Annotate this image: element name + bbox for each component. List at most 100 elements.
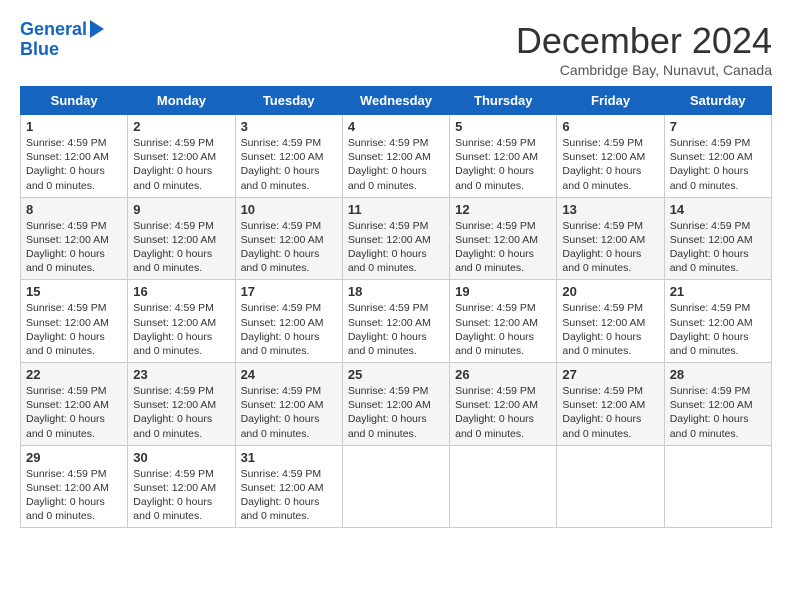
calendar-cell: 8Sunrise: 4:59 PMSunset: 12:00 AMDayligh… [21, 197, 128, 280]
day-info: Sunrise: 4:59 PMSunset: 12:00 AMDaylight… [670, 219, 766, 276]
logo-arrow-icon [90, 20, 104, 38]
day-number: 29 [26, 450, 122, 465]
day-number: 19 [455, 284, 551, 299]
page-header: General Blue December 2024 Cambridge Bay… [20, 20, 772, 78]
calendar-cell: 21 Sunrise: 4:59 PMSunset: 12:00 AMDaylig… [664, 280, 771, 363]
day-info: Sunrise: 4:59 PMSunset: 12:00 AMDaylight… [348, 384, 444, 441]
calendar-cell: 10 Sunrise: 4:59 PMSunset: 12:00 AMDaylig… [235, 197, 342, 280]
day-info: Sunrise: 4:59 PMSunset: 12:00 AMDaylight… [562, 384, 658, 441]
day-info: Sunrise: 4:59 PMSunset: 12:00 AMDaylight… [455, 384, 551, 441]
calendar-cell: 7Sunrise: 4:59 PMSunset: 12:00 AMDayligh… [664, 115, 771, 198]
logo: General Blue [20, 20, 104, 60]
calendar-cell: 13 Sunrise: 4:59 PMSunset: 12:00 AMDaylig… [557, 197, 664, 280]
calendar-cell: 18 Sunrise: 4:59 PMSunset: 12:00 AMDaylig… [342, 280, 449, 363]
calendar-cell: 23 Sunrise: 4:59 PMSunset: 12:00 AMDaylig… [128, 363, 235, 446]
day-info: Sunrise: 4:59 PMSunset: 12:00 AMDaylight… [348, 136, 444, 193]
day-number: 5 [455, 119, 551, 134]
day-info: Sunrise: 4:59 PMSunset: 12:00 AMDaylight… [241, 467, 337, 524]
day-info: Sunrise: 4:59 PMSunset: 12:00 AMDaylight… [455, 219, 551, 276]
calendar-cell: 9 Sunrise: 4:59 PMSunset: 12:00 AMDayligh… [128, 197, 235, 280]
day-number: 16 [133, 284, 229, 299]
calendar-week-row: 15 Sunrise: 4:59 PMSunset: 12:00 AMDaylig… [21, 280, 772, 363]
day-info: Sunrise: 4:59 PMSunset: 12:00 AMDaylight… [670, 301, 766, 358]
day-number: 1 [26, 119, 122, 134]
calendar-cell: 1 Sunrise: 4:59 PMSunset: 12:00 AMDayligh… [21, 115, 128, 198]
day-number: 23 [133, 367, 229, 382]
calendar-week-row: 22Sunrise: 4:59 PMSunset: 12:00 AMDaylig… [21, 363, 772, 446]
day-number: 4 [348, 119, 444, 134]
day-info: Sunrise: 4:59 PMSunset: 12:00 AMDaylight… [241, 301, 337, 358]
day-info: Sunrise: 4:59 PMSunset: 12:00 AMDaylight… [133, 136, 229, 193]
day-info: Sunrise: 4:59 PMSunset: 12:00 AMDaylight… [562, 219, 658, 276]
calendar-cell [342, 445, 449, 528]
day-number: 30 [133, 450, 229, 465]
calendar-body: 1 Sunrise: 4:59 PMSunset: 12:00 AMDayligh… [21, 115, 772, 528]
calendar-header-saturday: Saturday [664, 87, 771, 115]
calendar-cell: 19Sunrise: 4:59 PMSunset: 12:00 AMDaylig… [450, 280, 557, 363]
day-number: 3 [241, 119, 337, 134]
day-info: Sunrise: 4:59 PMSunset: 12:00 AMDaylight… [670, 384, 766, 441]
day-number: 9 [133, 202, 229, 217]
calendar-cell: 4 Sunrise: 4:59 PMSunset: 12:00 AMDayligh… [342, 115, 449, 198]
calendar-cell: 17Sunrise: 4:59 PMSunset: 12:00 AMDaylig… [235, 280, 342, 363]
day-info: Sunrise: 4:59 PMSunset: 12:00 AMDaylight… [133, 219, 229, 276]
calendar-cell: 16 Sunrise: 4:59 PMSunset: 12:00 AMDaylig… [128, 280, 235, 363]
calendar-cell [450, 445, 557, 528]
day-number: 14 [670, 202, 766, 217]
day-info: Sunrise: 4:59 PMSunset: 12:00 AMDaylight… [241, 219, 337, 276]
calendar-cell: 25 Sunrise: 4:59 PMSunset: 12:00 AMDaylig… [342, 363, 449, 446]
day-info: Sunrise: 4:59 PMSunset: 12:00 AMDaylight… [562, 136, 658, 193]
calendar-cell: 24 Sunrise: 4:59 PMSunset: 12:00 AMDaylig… [235, 363, 342, 446]
calendar-header-thursday: Thursday [450, 87, 557, 115]
day-info: Sunrise: 4:59 PMSunset: 12:00 AMDaylight… [133, 467, 229, 524]
calendar-cell: 22Sunrise: 4:59 PMSunset: 12:00 AMDaylig… [21, 363, 128, 446]
calendar-cell: 27 Sunrise: 4:59 PMSunset: 12:00 AMDaylig… [557, 363, 664, 446]
day-info: Sunrise: 4:59 PMSunset: 12:00 AMDaylight… [348, 301, 444, 358]
calendar-table: SundayMondayTuesdayWednesdayThursdayFrid… [20, 86, 772, 528]
calendar-cell: 5 Sunrise: 4:59 PMSunset: 12:00 AMDayligh… [450, 115, 557, 198]
day-number: 13 [562, 202, 658, 217]
calendar-week-row: 1 Sunrise: 4:59 PMSunset: 12:00 AMDayligh… [21, 115, 772, 198]
day-info: Sunrise: 4:59 PMSunset: 12:00 AMDaylight… [26, 467, 122, 524]
day-number: 15 [26, 284, 122, 299]
day-number: 12 [455, 202, 551, 217]
day-info: Sunrise: 4:59 PMSunset: 12:00 AMDaylight… [26, 384, 122, 441]
calendar-week-row: 8Sunrise: 4:59 PMSunset: 12:00 AMDayligh… [21, 197, 772, 280]
day-info: Sunrise: 4:59 PMSunset: 12:00 AMDaylight… [241, 384, 337, 441]
calendar-cell: 11 Sunrise: 4:59 PMSunset: 12:00 AMDaylig… [342, 197, 449, 280]
calendar-cell: 29 Sunrise: 4:59 PMSunset: 12:00 AMDaylig… [21, 445, 128, 528]
day-info: Sunrise: 4:59 PMSunset: 12:00 AMDaylight… [455, 136, 551, 193]
calendar-cell: 6 Sunrise: 4:59 PMSunset: 12:00 AMDayligh… [557, 115, 664, 198]
day-info: Sunrise: 4:59 PMSunset: 12:00 AMDaylight… [26, 136, 122, 193]
day-number: 6 [562, 119, 658, 134]
title-block: December 2024 Cambridge Bay, Nunavut, Ca… [516, 20, 772, 78]
day-info: Sunrise: 4:59 PMSunset: 12:00 AMDaylight… [133, 301, 229, 358]
calendar-cell: 31Sunrise: 4:59 PMSunset: 12:00 AMDaylig… [235, 445, 342, 528]
day-number: 21 [670, 284, 766, 299]
day-info: Sunrise: 4:59 PMSunset: 12:00 AMDaylight… [348, 219, 444, 276]
day-number: 27 [562, 367, 658, 382]
location-subtitle: Cambridge Bay, Nunavut, Canada [516, 62, 772, 78]
day-number: 25 [348, 367, 444, 382]
calendar-week-row: 29 Sunrise: 4:59 PMSunset: 12:00 AMDaylig… [21, 445, 772, 528]
day-info: Sunrise: 4:59 PMSunset: 12:00 AMDaylight… [670, 136, 766, 193]
day-number: 24 [241, 367, 337, 382]
day-number: 18 [348, 284, 444, 299]
calendar-cell: 12 Sunrise: 4:59 PMSunset: 12:00 AMDaylig… [450, 197, 557, 280]
day-info: Sunrise: 4:59 PMSunset: 12:00 AMDaylight… [26, 219, 122, 276]
calendar-header-friday: Friday [557, 87, 664, 115]
calendar-cell [664, 445, 771, 528]
calendar-cell: 2Sunrise: 4:59 PMSunset: 12:00 AMDayligh… [128, 115, 235, 198]
calendar-header-wednesday: Wednesday [342, 87, 449, 115]
calendar-header-sunday: Sunday [21, 87, 128, 115]
calendar-header-row: SundayMondayTuesdayWednesdayThursdayFrid… [21, 87, 772, 115]
calendar-cell: 30 Sunrise: 4:59 PMSunset: 12:00 AMDaylig… [128, 445, 235, 528]
calendar-cell: 28Sunrise: 4:59 PMSunset: 12:00 AMDaylig… [664, 363, 771, 446]
calendar-cell: 20Sunrise: 4:59 PMSunset: 12:00 AMDaylig… [557, 280, 664, 363]
logo-general: General [20, 19, 87, 39]
day-number: 11 [348, 202, 444, 217]
calendar-header-tuesday: Tuesday [235, 87, 342, 115]
day-info: Sunrise: 4:59 PMSunset: 12:00 AMDaylight… [133, 384, 229, 441]
calendar-cell: 26Sunrise: 4:59 PMSunset: 12:00 AMDaylig… [450, 363, 557, 446]
day-number: 10 [241, 202, 337, 217]
